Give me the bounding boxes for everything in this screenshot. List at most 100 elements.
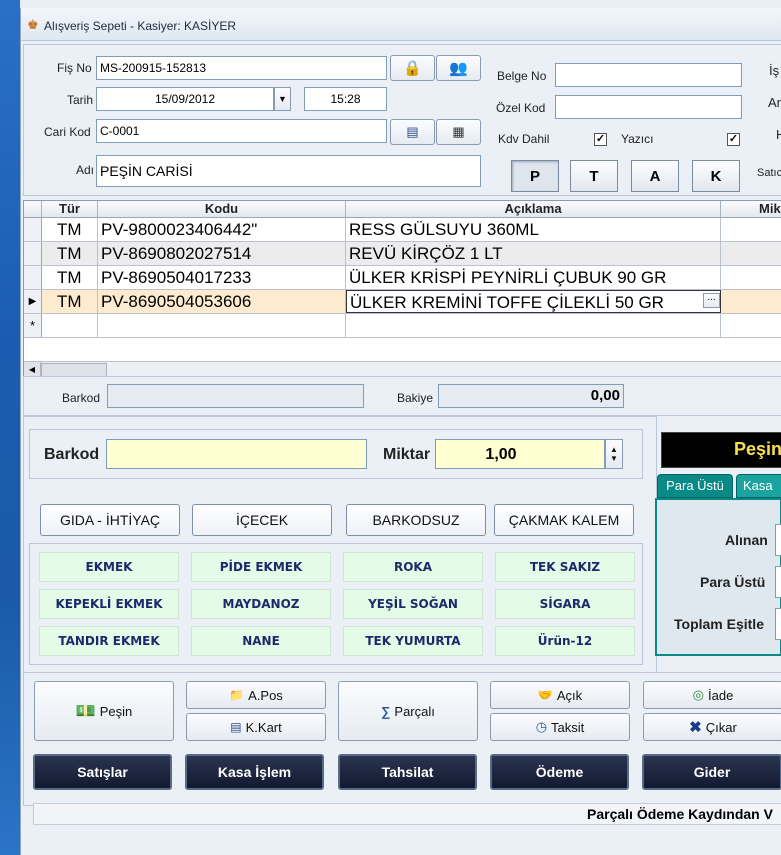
chevron-down-icon: ▼ xyxy=(278,94,287,104)
adi-field[interactable]: PEŞİN CARİSİ xyxy=(96,155,481,187)
kkart-button[interactable]: ▤ K.Kart xyxy=(186,713,326,741)
product-button[interactable]: NANE xyxy=(191,626,331,656)
miktar-label: Miktar xyxy=(383,446,431,463)
category-cakmak-button[interactable]: ÇAKMAK KALEM xyxy=(494,504,634,536)
barkod-input[interactable] xyxy=(106,439,367,469)
table-row-selected[interactable]: ▶ TM PV-8690504053606 ÜLKER KREMİNİ TOFF… xyxy=(24,290,781,314)
taksit-button[interactable]: ◷ Taksit xyxy=(490,713,630,741)
tab-kasa[interactable]: Kasa xyxy=(736,474,781,498)
alinan-field[interactable] xyxy=(775,524,781,556)
product-button[interactable]: YEŞİL SOĞAN xyxy=(343,589,483,619)
column-header-aciklama[interactable]: Açıklama xyxy=(346,201,721,217)
miktar-value: 1,00 xyxy=(485,446,517,463)
status-text: Parçalı Ödeme Kaydından V xyxy=(587,806,773,822)
kdv-dahil-label: Kdv Dahil xyxy=(498,132,550,146)
tab-para-ustu[interactable]: Para Üstü xyxy=(657,474,733,498)
column-header-kodu[interactable]: Kodu xyxy=(98,201,346,217)
odeme-button[interactable]: Ödeme xyxy=(490,754,629,790)
grid-header: Tür Kodu Açıklama Mik xyxy=(24,201,781,218)
right-label-h: H xyxy=(776,127,781,142)
iade-button[interactable]: ◎ İade xyxy=(643,681,781,709)
info-barkod-field[interactable] xyxy=(107,384,364,408)
product-button[interactable]: ROKA xyxy=(343,552,483,582)
cari-kod-field[interactable]: C-0001 xyxy=(96,119,387,143)
product-button[interactable]: KEPEKLİ EKMEK xyxy=(39,589,179,619)
price-tab-p[interactable]: P xyxy=(511,160,559,192)
customer-lookup-button[interactable]: 👥 xyxy=(436,55,481,81)
cell-empty xyxy=(42,314,98,337)
shopping-cart-window: ♚ Alışveriş Sepeti - Kasiyer: KASİYER Fi… xyxy=(20,8,781,855)
kasa-islem-button[interactable]: Kasa İşlem xyxy=(185,754,324,790)
cell-aciklama: ÜLKER KRİSPİ PEYNİRLİ ÇUBUK 90 GR xyxy=(346,266,721,289)
chevron-down-icon[interactable]: ▼ xyxy=(610,454,618,463)
column-header-miktar[interactable]: Mik xyxy=(721,201,781,217)
grid-header-corner xyxy=(24,201,42,217)
yazici-checkbox[interactable]: ✓ xyxy=(727,133,740,146)
parcali-button[interactable]: ∑ Parçalı xyxy=(338,681,478,741)
category-icecek-button[interactable]: İÇECEK xyxy=(192,504,332,536)
gider-button[interactable]: Gider xyxy=(642,754,781,790)
table-row[interactable]: TM PV-9800023406442" RESS GÜLSUYU 360ML xyxy=(24,218,781,242)
tarih-field[interactable]: 15/09/2012 xyxy=(96,87,274,111)
clock-icon: ◷ xyxy=(535,719,548,734)
product-button[interactable]: TANDIR EKMEK xyxy=(39,626,179,656)
kdv-dahil-checkbox[interactable]: ✓ xyxy=(594,133,607,146)
toplam-esitle-field[interactable] xyxy=(775,608,781,640)
new-row-indicator: * xyxy=(24,314,42,337)
taksit-label: Taksit xyxy=(551,719,585,735)
product-button[interactable]: TEK YUMURTA xyxy=(343,626,483,656)
miktar-stepper[interactable]: ▲ ▼ xyxy=(605,439,623,469)
acik-button[interactable]: 🤝 Açık xyxy=(490,681,630,709)
table-row[interactable]: TM PV-8690504017233 ÜLKER KRİSPİ PEYNİRL… xyxy=(24,266,781,290)
price-tab-k[interactable]: K xyxy=(692,160,740,192)
new-row[interactable]: * xyxy=(24,314,781,338)
satislar-button[interactable]: Satışlar xyxy=(33,754,172,790)
category-barkodsuz-button[interactable]: BARKODSUZ xyxy=(346,504,486,536)
saat-field[interactable]: 15:28 xyxy=(304,87,387,111)
cell-tur: TM xyxy=(42,218,98,241)
product-button[interactable]: EKMEK xyxy=(39,552,179,582)
tahsilat-button[interactable]: Tahsilat xyxy=(338,754,477,790)
scroll-left-arrow[interactable]: ◀ xyxy=(24,362,41,377)
product-button-grid: EKMEK PİDE EKMEK ROKA TEK SAKIZ KEPEKLİ … xyxy=(29,543,643,665)
cari-list-button[interactable]: ▤ xyxy=(390,119,435,145)
lock-button[interactable]: 🔒 xyxy=(390,55,435,81)
close-icon: ✖ xyxy=(689,719,702,736)
column-header-tur[interactable]: Tür xyxy=(42,201,98,217)
toplam-esitle-label: Toplam Eşitle xyxy=(674,616,764,632)
price-tab-a[interactable]: A xyxy=(631,160,679,192)
ellipsis-button[interactable]: ... xyxy=(703,293,720,308)
pesin-button[interactable]: 💵 Peşin xyxy=(34,681,174,741)
apos-button[interactable]: 📁 A.Pos xyxy=(186,681,326,709)
cikar-button[interactable]: ✖ Çıkar xyxy=(643,713,781,741)
payment-total-display: Peşin xyxy=(661,432,781,468)
date-dropdown-button[interactable]: ▼ xyxy=(274,87,291,111)
table-row[interactable]: TM PV-8690802027514 REVÜ KİRÇÖZ 1 LT xyxy=(24,242,781,266)
para-ustu-field xyxy=(775,566,781,598)
cell-aciklama-editor[interactable]: ÜLKER KREMİNİ TOFFE ÇİLEKLİ 50 GR xyxy=(346,290,721,313)
cell-kodu: PV-9800023406442" xyxy=(98,218,346,241)
yazici-label: Yazıcı xyxy=(621,132,654,146)
row-indicator xyxy=(24,218,42,241)
handshake-icon: 🤝 xyxy=(537,688,553,702)
para-ustu-label: Para Üstü xyxy=(700,574,766,590)
desktop-background xyxy=(0,0,20,855)
window-title: Alışveriş Sepeti - Kasiyer: KASİYER xyxy=(44,19,237,33)
product-button[interactable]: TEK SAKIZ xyxy=(495,552,635,582)
iade-label: İade xyxy=(708,687,734,703)
miktar-input[interactable]: 1,00 xyxy=(435,439,605,469)
cart-grid[interactable]: Tür Kodu Açıklama Mik TM PV-980002340644… xyxy=(23,200,781,378)
cari-barcode-button[interactable]: ▦ xyxy=(436,119,481,145)
bakiye-field: 0,00 xyxy=(438,384,624,408)
price-tab-t[interactable]: T xyxy=(570,160,618,192)
ozel-kod-field[interactable] xyxy=(555,95,742,119)
product-button[interactable]: Ürün-12 xyxy=(495,626,635,656)
belge-no-field[interactable] xyxy=(555,63,742,87)
product-button[interactable]: MAYDANOZ xyxy=(191,589,331,619)
fis-no-field[interactable]: MS-200915-152813 xyxy=(96,56,387,80)
title-bar[interactable]: ♚ Alışveriş Sepeti - Kasiyer: KASİYER xyxy=(21,8,781,41)
product-button[interactable]: PİDE EKMEK xyxy=(191,552,331,582)
category-gida-button[interactable]: GIDA - İHTİYAÇ xyxy=(40,504,180,536)
chevron-up-icon[interactable]: ▲ xyxy=(610,445,618,454)
product-button[interactable]: SİGARA xyxy=(495,589,635,619)
